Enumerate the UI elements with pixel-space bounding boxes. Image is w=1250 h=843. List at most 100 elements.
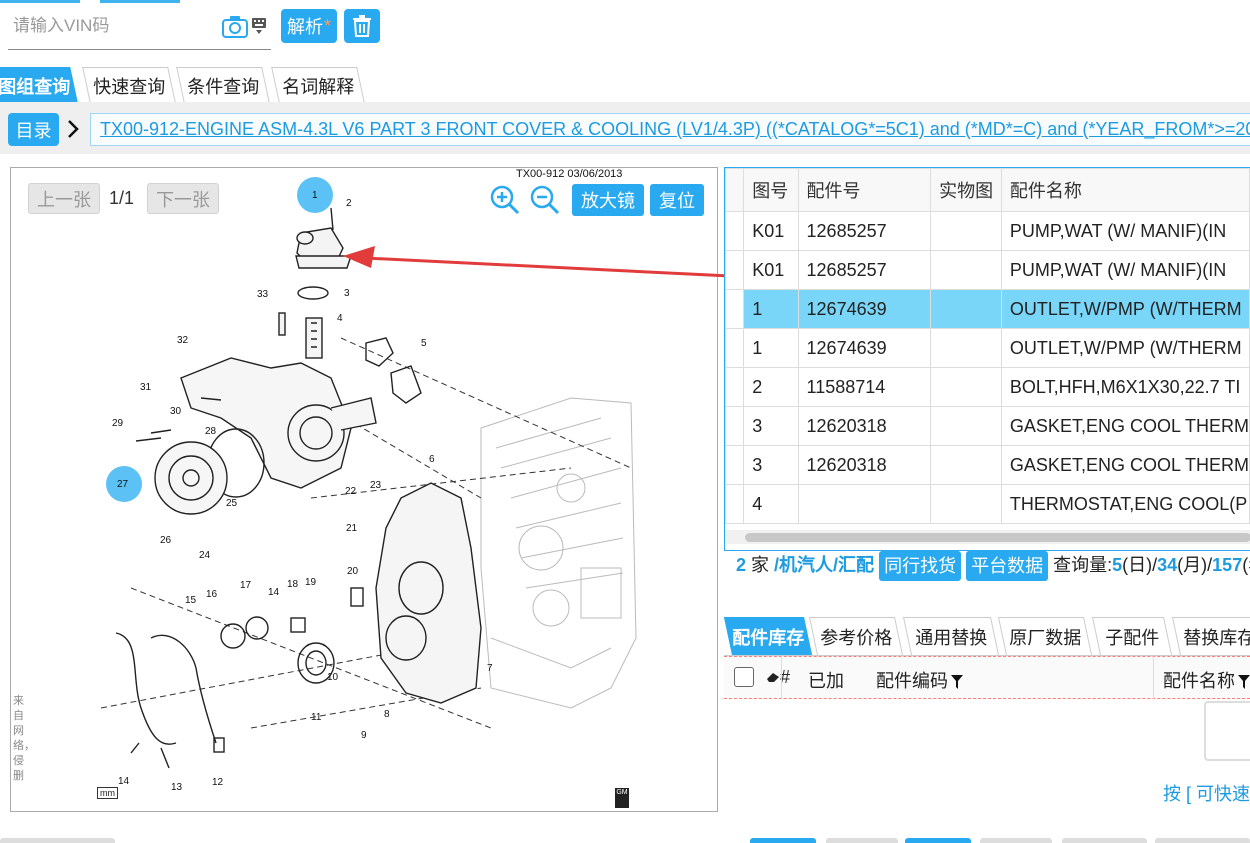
- row-stub: [725, 445, 745, 485]
- svg-text:33: 33: [257, 289, 269, 300]
- bottom-tab-edge[interactable]: [905, 838, 971, 843]
- quick-key-hint-link[interactable]: 按 [ 可快速: [1163, 780, 1250, 806]
- svg-text:10: 10: [327, 672, 339, 683]
- day-count: 5: [1112, 555, 1123, 575]
- tab-sub-parts[interactable]: 子配件: [1091, 617, 1173, 655]
- table-row[interactable]: 4 THERMOSTAT,ENG COOL(P: [725, 484, 1250, 524]
- col-ref[interactable]: 图号: [743, 168, 799, 212]
- gm-logo: GM: [615, 788, 629, 808]
- prev-page-button[interactable]: 上一张: [28, 183, 100, 214]
- table-row[interactable]: 2 11588714 BOLT,HFH,M6X1X30,22.7 TI: [725, 367, 1250, 407]
- col-part-code-label: 配件编码: [876, 671, 948, 691]
- table-row[interactable]: 3 12620318 GASKET,ENG COOL THERM: [725, 445, 1250, 485]
- col-photo[interactable]: 实物图: [930, 168, 1002, 212]
- source-note: 来自网络，侵删: [13, 695, 35, 782]
- filter-icon[interactable]: [951, 675, 963, 690]
- cell-photo: [930, 445, 1002, 485]
- table-row[interactable]: K01 12685257 PUMP,WAT (W/ MANIF)(IN: [725, 250, 1250, 290]
- tab-glossary[interactable]: 名词解释: [271, 67, 365, 103]
- tab-group-query[interactable]: 图组查询: [0, 67, 78, 103]
- svg-text:8: 8: [384, 709, 390, 720]
- cell-photo: [930, 367, 1002, 407]
- cell-part-no: 12674639: [797, 289, 932, 329]
- svg-text:24: 24: [199, 550, 211, 561]
- magnifier-button[interactable]: 放大镜: [572, 184, 644, 216]
- bottom-tab-edge[interactable]: [0, 838, 115, 843]
- scrollbar-thumb[interactable]: [745, 533, 1250, 542]
- table-row[interactable]: 1 12674639 OUTLET,W/PMP (W/THERM: [725, 289, 1250, 329]
- supplier-sources[interactable]: /机汽人/汇配: [774, 555, 874, 575]
- tab-replacement-stock[interactable]: 替换库存: [1171, 617, 1250, 655]
- col-part-name[interactable]: 配件名称: [1163, 667, 1250, 693]
- cell-part-name: THERMOSTAT,ENG COOL(P: [1000, 484, 1250, 524]
- cell-part-name: BOLT,HFH,M6X1X30,22.7 TI: [1000, 367, 1250, 407]
- cell-ref: 1: [743, 328, 799, 368]
- bottom-tab-edge[interactable]: [1062, 838, 1147, 843]
- tab-label: 名词解释: [282, 76, 355, 97]
- filter-icon[interactable]: [1238, 675, 1250, 690]
- bottom-tab-edge[interactable]: [1155, 838, 1250, 843]
- col-part-no[interactable]: 配件号: [797, 168, 932, 212]
- accent-strip: [0, 0, 80, 3]
- catalog-root-button[interactable]: 目录: [8, 113, 59, 146]
- next-page-button[interactable]: 下一张: [147, 183, 219, 214]
- svg-text:17: 17: [240, 580, 252, 591]
- bottom-tab-edge[interactable]: [750, 838, 816, 843]
- tab-quick-query[interactable]: 快速查询: [82, 67, 176, 103]
- col-hash[interactable]: #: [766, 667, 790, 688]
- svg-text:1: 1: [312, 190, 318, 201]
- tab-reference-price[interactable]: 参考价格: [808, 617, 904, 655]
- keyboard-icon[interactable]: [251, 17, 267, 35]
- vin-input[interactable]: [8, 8, 208, 44]
- bottom-tab-edge[interactable]: [826, 838, 898, 843]
- cell-part-name: GASKET,ENG COOL THERM: [1000, 445, 1250, 485]
- cell-photo: [930, 406, 1002, 446]
- row-stub: [725, 289, 745, 329]
- zoom-out-icon[interactable]: [529, 184, 561, 216]
- row-stub: [725, 250, 745, 290]
- tab-parts-inventory[interactable]: 配件库存: [724, 617, 813, 655]
- svg-text:26: 26: [160, 535, 172, 546]
- page-indicator: 1/1: [109, 188, 135, 208]
- platform-data-button[interactable]: 平台数据: [966, 551, 1049, 582]
- svg-text:20: 20: [347, 566, 359, 577]
- year-count: 157: [1212, 555, 1243, 575]
- parse-required-mark: *: [323, 15, 331, 36]
- delete-button[interactable]: [344, 9, 380, 43]
- cell-ref: 4: [743, 484, 799, 524]
- cell-photo: [930, 289, 1002, 329]
- breadcrumb-path-link[interactable]: TX00-912-ENGINE ASM-4.3L V6 PART 3 FRONT…: [90, 113, 1250, 146]
- camera-icon[interactable]: [222, 15, 248, 39]
- tab-condition-query[interactable]: 条件查询: [176, 67, 270, 103]
- inventory-grid: # 已加 配件编码 配件名称 按 [ 可快速: [724, 655, 1250, 810]
- table-row[interactable]: 3 12620318 GASKET,ENG COOL THERM: [725, 406, 1250, 446]
- col-part-code[interactable]: 配件编码: [876, 667, 963, 693]
- parse-label: 解析: [286, 17, 323, 37]
- parts-table: 图号 配件号 实物图 配件名称 K01 12685257 PUMP,WAT (W/ …: [725, 168, 1250, 524]
- parse-button[interactable]: 解析 *: [281, 9, 337, 43]
- supplier-count-unit: 家: [751, 555, 770, 575]
- reset-button[interactable]: 复位: [650, 184, 704, 216]
- svg-text:31: 31: [140, 382, 152, 393]
- bottom-tab-edge[interactable]: [980, 838, 1052, 843]
- tab-universal-replace[interactable]: 通用替换: [902, 617, 1000, 655]
- peer-search-button[interactable]: 同行找货: [879, 551, 962, 582]
- cell-photo: [930, 328, 1002, 368]
- select-all-checkbox[interactable]: [734, 667, 754, 687]
- unit-badge: mm: [97, 787, 118, 799]
- col-added[interactable]: 已加: [808, 667, 844, 693]
- table-row[interactable]: K01 12685257 PUMP,WAT (W/ MANIF)(IN: [725, 211, 1250, 251]
- col-part-name[interactable]: 配件名称: [1000, 168, 1250, 212]
- zoom-in-icon[interactable]: [489, 184, 521, 216]
- row-stub: [725, 484, 745, 524]
- chevron-right-icon: [68, 120, 79, 138]
- top-toolbar: 解析*: [0, 0, 1250, 60]
- svg-text:7: 7: [487, 663, 493, 674]
- svg-text:9: 9: [361, 730, 367, 741]
- table-row[interactable]: 1 12674639 OUTLET,W/PMP (W/THERM: [725, 328, 1250, 368]
- diagram-code-date: TX00-912 03/06/2013: [516, 168, 623, 180]
- tab-oem-data[interactable]: 原厂数据: [997, 617, 1093, 655]
- horizontal-scrollbar[interactable]: [725, 530, 1250, 544]
- column-divider: [1153, 656, 1154, 699]
- tab-label: 子配件: [1105, 627, 1160, 648]
